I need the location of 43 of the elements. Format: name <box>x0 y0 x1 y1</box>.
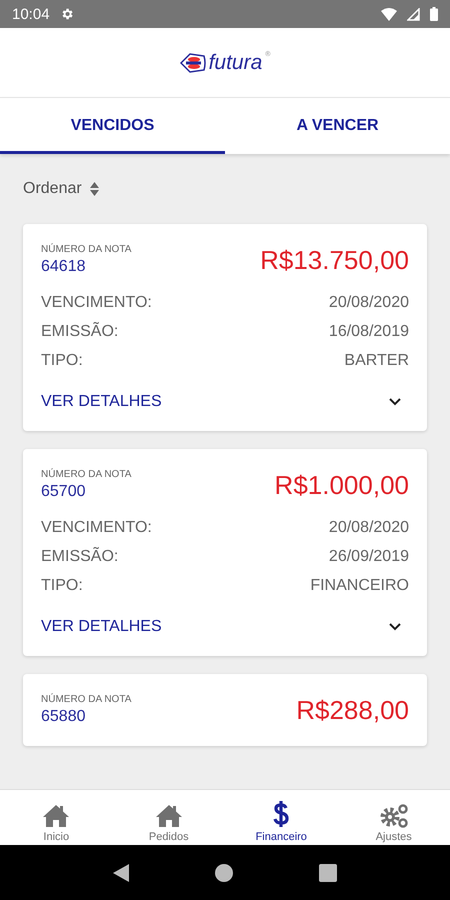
field-value: 20/08/2020 <box>328 293 409 313</box>
dollar-icon <box>273 800 290 828</box>
field-value: 20/08/2020 <box>328 518 409 538</box>
details-link[interactable]: VER DETALHES <box>41 393 162 411</box>
settings-icon <box>60 7 74 21</box>
field-label: TIPO: <box>41 576 83 596</box>
invoice-amount: R$13.750,00 <box>260 245 409 276</box>
gears-icon <box>378 804 409 828</box>
field-label: EMISSÃO: <box>41 546 118 567</box>
signal-icon <box>407 8 420 20</box>
invoice-number: 65880 <box>41 708 86 726</box>
field-value: 26/09/2019 <box>328 547 409 567</box>
field-label: VENCIMENTO: <box>41 518 152 538</box>
wifi-icon <box>381 8 397 20</box>
logo-text: futura <box>208 50 262 74</box>
chevron-down-icon[interactable] <box>389 398 401 406</box>
field-label: TIPO: <box>41 351 83 371</box>
logo-icon <box>180 52 206 72</box>
invoice-amount: R$288,00 <box>296 695 409 726</box>
field-value: BARTER <box>344 351 409 371</box>
chevron-down-icon[interactable] <box>389 623 401 631</box>
tab[interactable]: VENCIDOS <box>0 98 225 154</box>
battery-icon <box>430 7 438 21</box>
invoice-number: 65700 <box>41 483 86 501</box>
field-label: EMISSÃO: <box>41 321 118 342</box>
sort-icon[interactable] <box>90 182 99 196</box>
number-label: NÚMERO DA NOTA <box>41 694 132 705</box>
tab[interactable]: A VENCER <box>225 98 450 154</box>
field-label: VENCIMENTO: <box>41 293 152 313</box>
number-label: NÚMERO DA NOTA <box>41 469 132 480</box>
home-button-icon[interactable] <box>215 864 233 882</box>
invoice-number: 64618 <box>41 258 86 276</box>
field-value: FINANCEIRO <box>310 576 409 596</box>
home-icon <box>154 804 183 828</box>
home-icon <box>42 804 70 828</box>
number-label: NÚMERO DA NOTA <box>41 244 132 255</box>
details-link[interactable]: VER DETALHES <box>41 618 162 636</box>
back-icon[interactable] <box>113 864 129 882</box>
invoice-amount: R$1.000,00 <box>274 470 409 501</box>
sort-label[interactable]: Ordenar <box>23 180 82 198</box>
recents-icon[interactable] <box>319 864 337 882</box>
field-value: 16/08/2019 <box>328 322 409 342</box>
status-time: 10:04 <box>12 6 50 22</box>
